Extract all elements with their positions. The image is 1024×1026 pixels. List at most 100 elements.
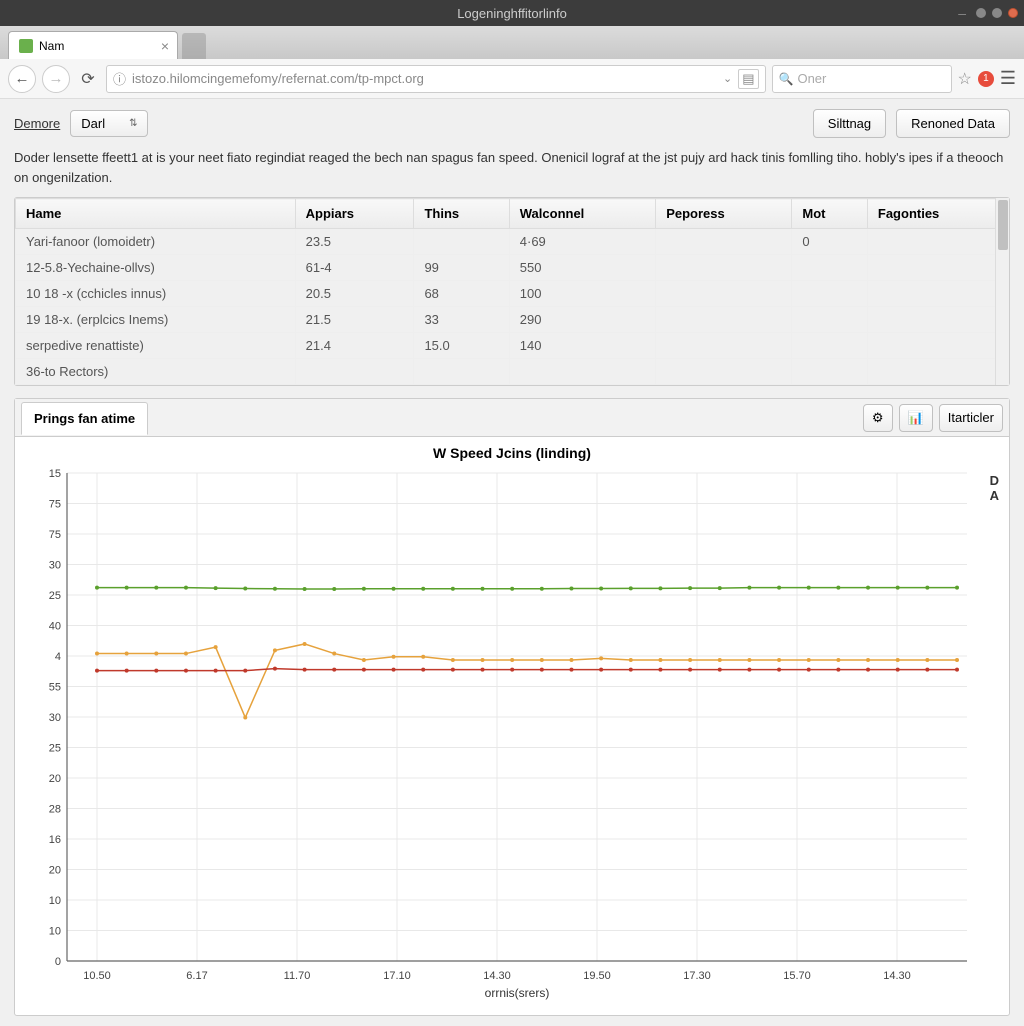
chart-svg: 1575753025404553025202816201010010.506.1…: [23, 465, 993, 1005]
svg-text:4: 4: [55, 651, 61, 663]
svg-text:16: 16: [49, 834, 61, 846]
table-cell: 23.5: [295, 229, 414, 255]
gear-button[interactable]: ⚙: [863, 404, 893, 432]
table-cell: 12-5.8-Yechaine-ollvs): [16, 255, 296, 281]
browser-toolbar: ← → ⟳ ⓘ ⌄ ▤ 🔍 Oner ☆ 1 ☰: [0, 59, 1024, 99]
table-scrollbar[interactable]: [995, 198, 1009, 385]
table-cell: 0: [792, 229, 868, 255]
table-row[interactable]: 10 18 -x (cchicles innus)20.568100: [16, 281, 1009, 307]
hamburger-menu-icon[interactable]: ☰: [1000, 68, 1016, 89]
url-input[interactable]: [132, 71, 717, 86]
svg-text:75: 75: [49, 529, 61, 541]
info-icon[interactable]: ⓘ: [113, 69, 126, 88]
gear-icon: ⚙: [872, 410, 884, 426]
search-placeholder: Oner: [797, 71, 826, 86]
table-cell: 140: [509, 333, 655, 359]
reader-icon[interactable]: ▤: [738, 69, 758, 89]
table-cell: 21.4: [295, 333, 414, 359]
table-cell: [867, 359, 1008, 385]
svg-text:11.70: 11.70: [284, 970, 311, 982]
data-select[interactable]: Darl ⇅: [70, 110, 148, 137]
table-row[interactable]: 19 18-x. (erplcics Inems)21.533290: [16, 307, 1009, 333]
svg-text:25: 25: [49, 743, 61, 755]
table-cell: 290: [509, 307, 655, 333]
new-tab-shadow[interactable]: [182, 33, 206, 59]
table-cell: [414, 229, 509, 255]
table-header[interactable]: Walconnel: [509, 199, 655, 229]
table-row[interactable]: 36-to Rectors): [16, 359, 1009, 385]
table-row[interactable]: 12-5.8-Yechaine-ollvs)61-499550: [16, 255, 1009, 281]
table-cell: [656, 359, 792, 385]
table-cell: [792, 359, 868, 385]
table-header[interactable]: Fagonties: [867, 199, 1008, 229]
table-cell: 550: [509, 255, 655, 281]
notification-badge[interactable]: 1: [978, 71, 994, 87]
page-content: Demore Darl ⇅ Silttnag Renoned Data Dode…: [0, 99, 1024, 1026]
svg-text:25: 25: [49, 590, 61, 602]
table-header[interactable]: Peporess: [656, 199, 792, 229]
table-row[interactable]: Yari-fanoor (lomoidetr)23.54·690: [16, 229, 1009, 255]
table-header[interactable]: Hame: [16, 199, 296, 229]
search-bar[interactable]: 🔍 Oner: [772, 65, 952, 93]
demore-link[interactable]: Demore: [14, 116, 60, 131]
particler-button[interactable]: Itarticler: [939, 404, 1003, 432]
table-cell: 10 18 -x (cchicles innus): [16, 281, 296, 307]
svg-text:75: 75: [49, 499, 61, 511]
description-text: Doder lensette ffeett1 at is your neet f…: [14, 148, 1010, 187]
table-cell: [414, 359, 509, 385]
table-cell: [656, 333, 792, 359]
browser-tab-strip: Nam ×: [0, 26, 1024, 59]
chart-legend: D A: [990, 473, 999, 503]
chart-tab-bar: Prings fan atime ⚙ 📊 Itarticler: [15, 399, 1009, 437]
close-icon[interactable]: [1008, 8, 1018, 18]
maximize-icon[interactable]: [976, 8, 986, 18]
svg-text:20: 20: [49, 773, 61, 785]
svg-text:28: 28: [49, 804, 61, 816]
legend-item-a: A: [990, 488, 999, 503]
url-dropdown-icon[interactable]: ⌄: [723, 72, 732, 85]
search-icon: 🔍: [779, 72, 794, 86]
chevron-updown-icon: ⇅: [129, 118, 137, 129]
reload-data-button[interactable]: Renoned Data: [896, 109, 1010, 138]
table-cell: [867, 255, 1008, 281]
minimize-icon[interactable]: –: [958, 5, 966, 21]
settings-button[interactable]: Silttnag: [813, 109, 886, 138]
table-header[interactable]: Thins: [414, 199, 509, 229]
chart-title: W Speed Jcins (linding): [23, 445, 1001, 461]
url-bar[interactable]: ⓘ ⌄ ▤: [106, 65, 766, 93]
window-controls: –: [958, 5, 1018, 21]
forward-button[interactable]: →: [42, 65, 70, 93]
table-cell: [295, 359, 414, 385]
scrollbar-thumb[interactable]: [998, 200, 1008, 250]
svg-text:orrnis(srers): orrnis(srers): [485, 986, 550, 1000]
restore-icon[interactable]: [992, 8, 1002, 18]
chart-tab-active[interactable]: Prings fan atime: [21, 402, 148, 435]
table-cell: [792, 307, 868, 333]
table-cell: 19 18-x. (erplcics Inems): [16, 307, 296, 333]
table-cell: 21.5: [295, 307, 414, 333]
legend-item-d: D: [990, 473, 999, 488]
bookmark-star-icon[interactable]: ☆: [958, 69, 972, 89]
reload-button[interactable]: ⟳: [76, 67, 100, 91]
svg-text:10.50: 10.50: [83, 970, 111, 982]
table-header[interactable]: Appiars: [295, 199, 414, 229]
chart-panel: Prings fan atime ⚙ 📊 Itarticler W Speed …: [14, 398, 1010, 1016]
table-cell: 99: [414, 255, 509, 281]
table-cell: serpedive renattiste): [16, 333, 296, 359]
chart-type-button[interactable]: 📊: [899, 404, 933, 432]
table-cell: 68: [414, 281, 509, 307]
table-cell: [867, 307, 1008, 333]
table-cell: [792, 333, 868, 359]
table-header[interactable]: Mot: [792, 199, 868, 229]
svg-text:0: 0: [55, 956, 61, 968]
back-button[interactable]: ←: [8, 65, 36, 93]
svg-text:20: 20: [49, 865, 61, 877]
svg-text:10: 10: [49, 926, 61, 938]
window-titlebar: Logeninghffitorlinfo –: [0, 0, 1024, 26]
table-row[interactable]: serpedive renattiste)21.415.0140: [16, 333, 1009, 359]
table-cell: 15.0: [414, 333, 509, 359]
table-cell: [792, 281, 868, 307]
browser-tab[interactable]: Nam ×: [8, 31, 178, 59]
data-table: HameAppiarsThinsWalconnelPeporessMotFago…: [15, 198, 1009, 385]
tab-close-icon[interactable]: ×: [161, 38, 169, 54]
